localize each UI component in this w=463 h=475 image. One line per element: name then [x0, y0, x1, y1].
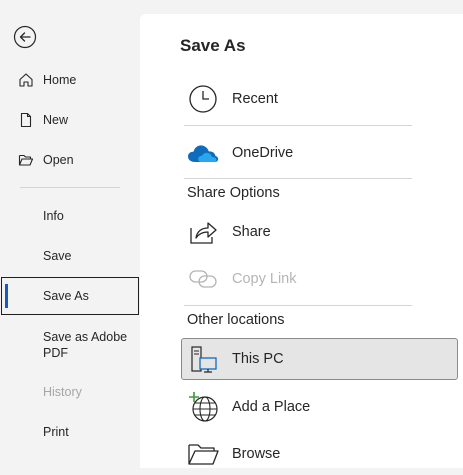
nav-item-open[interactable]: Open: [0, 141, 140, 179]
location-label: Add a Place: [232, 399, 311, 415]
location-label: Browse: [232, 446, 281, 462]
nav-item-home[interactable]: Home: [0, 61, 140, 99]
location-label: OneDrive: [232, 145, 294, 161]
location-share[interactable]: Share: [182, 211, 458, 253]
section-heading-share-options: Share Options: [187, 185, 280, 201]
nav-item-info[interactable]: Info: [0, 197, 140, 235]
divider: [184, 305, 412, 306]
location-label: Copy Link: [232, 271, 297, 287]
add-place-globe-icon: [186, 390, 220, 424]
nav-item-new[interactable]: New: [0, 101, 140, 139]
link-icon: [186, 262, 220, 296]
location-browse[interactable]: Browse: [182, 433, 458, 475]
back-arrow-icon[interactable]: [13, 25, 37, 49]
onedrive-cloud-icon: [186, 136, 220, 170]
nav-item-save-as-adobe-pdf[interactable]: Save as Adobe PDF: [0, 319, 140, 371]
nav-item-label: Save: [43, 249, 72, 263]
location-onedrive[interactable]: OneDrive: [182, 132, 458, 174]
new-document-icon: [17, 111, 35, 129]
nav-item-save[interactable]: Save: [0, 237, 140, 275]
location-label: Recent: [232, 91, 278, 107]
nav-item-history: History: [0, 373, 140, 411]
location-this-pc[interactable]: This PC: [181, 338, 458, 380]
computer-icon: [186, 342, 220, 376]
nav-item-label: Save As: [43, 289, 89, 303]
home-icon: [17, 71, 35, 89]
nav-item-label: Print: [43, 425, 69, 439]
nav-item-label: New: [43, 113, 69, 127]
save-as-panel: Save As Recent OneDrive Share Options Sh…: [140, 14, 463, 468]
location-label: Share: [232, 224, 271, 240]
nav-item-label: History: [43, 385, 82, 399]
location-recent[interactable]: Recent: [182, 78, 458, 120]
nav-item-label: Save as Adobe PDF: [43, 330, 128, 360]
browse-folder-icon: [186, 437, 220, 471]
nav-item-label: Info: [43, 209, 64, 223]
nav-item-print[interactable]: Print: [0, 413, 140, 451]
section-heading-other-locations: Other locations: [187, 312, 285, 328]
location-add-a-place[interactable]: Add a Place: [182, 386, 458, 428]
nav-item-label: Home: [43, 73, 77, 87]
page-title: Save As: [180, 36, 246, 55]
divider: [184, 125, 412, 126]
backstage-nav: Home New Open Info Save Save As Save as …: [0, 0, 140, 468]
nav-item-save-as[interactable]: Save As: [1, 277, 139, 315]
share-icon: [186, 215, 220, 249]
location-copy-link: Copy Link: [182, 258, 458, 300]
nav-divider: [20, 187, 120, 188]
location-label: This PC: [232, 351, 284, 367]
open-folder-icon: [17, 151, 35, 169]
divider: [184, 178, 412, 179]
clock-icon: [186, 82, 220, 116]
nav-item-label: Open: [43, 153, 74, 167]
